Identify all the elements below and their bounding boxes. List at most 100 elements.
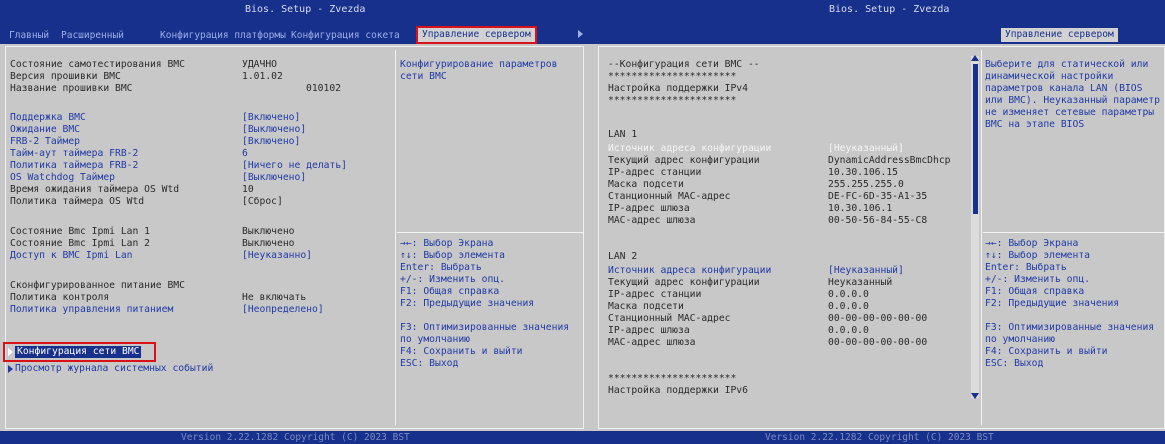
bmc-wait-value[interactable]: [Выключено] (242, 124, 306, 136)
help-divider (983, 232, 1165, 233)
bmc-selftest-label: Состояние самотестирования BMC (10, 59, 185, 70)
ipmi-lan1-state-value: Выключено (242, 226, 295, 237)
ipv6-heading: Настройка поддержки IPv6 (608, 385, 748, 396)
help-key-line: F3: Оптимизированные значения (985, 322, 1155, 333)
lan1-subnet-value: 255.255.255.0 (828, 179, 904, 190)
os-watchdog-option[interactable]: OS Watchdog Таймер (10, 172, 115, 184)
event-log-menu-item[interactable]: Просмотр журнала системных событий (15, 363, 213, 375)
bmc-fw-version-value: 1.01.02 (242, 71, 283, 82)
help-key-line: F1: Общая справка (400, 286, 500, 297)
left-footer: Version 2.22.1282 Copyright (C) 2023 BST (0, 431, 584, 444)
ipmi-lan2-state-value: Выключено (242, 238, 295, 249)
os-wtd-timeout-value: 10 (242, 184, 254, 195)
bmc-fw-name-label: Название прошивки BMC (10, 83, 133, 94)
help-key-line: ↑↓: Выбор элемента (400, 250, 505, 261)
frb2-timer-option[interactable]: FRB-2 Таймер (10, 136, 80, 148)
lan2-address-source-value[interactable]: [Неуказанный] (828, 265, 904, 277)
ipmi-lan2-state-label: Состояние Bmc Ipmi Lan 2 (10, 238, 150, 249)
frb2-timer-value[interactable]: [Включено] (242, 136, 300, 148)
lan1-address-source-option[interactable]: Источник адреса конфигурации (608, 143, 771, 155)
right-divider (981, 50, 982, 425)
power-policy-value[interactable]: [Неопределено] (242, 304, 324, 316)
help-key-line: F3: Оптимизированные значения (400, 322, 570, 333)
lan2-subnet-value: 0.0.0.0 (828, 301, 869, 312)
help-description-line: параметров канала LAN (BIOS (985, 83, 1143, 94)
ipv4-heading: Настройка поддержки IPv4 (608, 83, 748, 94)
lan1-station-mac-value: DE-FC-6D-35-A1-35 (828, 191, 928, 202)
scrollbar-thumb[interactable] (973, 64, 978, 214)
bmc-support-value[interactable]: [Включено] (242, 112, 300, 124)
ipmi-lan-access-value[interactable]: [Неуказанно] (242, 250, 312, 262)
lan1-heading: LAN 1 (608, 129, 638, 140)
help-description-line: BMC на этапе BIOS (985, 119, 1085, 130)
submenu-arrow-icon (8, 348, 13, 356)
lan2-gateway-ip-label: IP-адрес шлюза (608, 325, 690, 336)
help-key-line: F2: Предыдущие значения (400, 298, 535, 309)
separator-line: ********************** (608, 95, 737, 106)
tab-server-management[interactable]: Управление сервером (416, 26, 537, 44)
help-key-line: ESC: Выход (985, 358, 1044, 369)
help-key-line: +/-: Изменить опц. (985, 274, 1090, 285)
help-key-line: ESC: Выход (400, 358, 459, 369)
help-key-line: F4: Сохранить и выйти (985, 346, 1108, 357)
control-policy-label: Политика контроля (10, 292, 110, 303)
scroll-down-icon[interactable] (971, 393, 979, 399)
os-wtd-policy-label: Политика таймера OS Wtd (10, 196, 145, 207)
control-policy-value: Не включать (242, 292, 307, 303)
bmc-wait-option[interactable]: Ожидание BMC (10, 124, 80, 136)
lan2-station-mac-label: Станционный MAC-адрес (608, 313, 731, 324)
left-divider (395, 50, 396, 425)
help-description-line: сети BMC (400, 71, 447, 82)
ipmi-lan-access-option[interactable]: Доступ к BMC Ipmi Lan (10, 250, 132, 262)
lan1-station-mac-label: Станционный MAC-адрес (608, 191, 731, 202)
lan1-gateway-mac-value: 00-50-56-84-55-C8 (828, 215, 928, 226)
bmc-power-config-label: Сконфигурированное питание BMC (10, 280, 185, 291)
help-divider (397, 232, 584, 233)
help-description-line: динамической настройки (985, 71, 1114, 82)
help-key-line: по умолчанию (400, 334, 470, 345)
help-key-line: F4: Сохранить и выйти (400, 346, 523, 357)
os-wtd-timeout-label: Время ожидания таймера OS Wtd (10, 184, 180, 195)
frb2-policy-value[interactable]: [Ничего не делать] (242, 160, 347, 172)
bmc-support-option[interactable]: Поддержка BMC (10, 112, 86, 124)
lan2-gateway-mac-value: 00-00-00-00-00-00 (828, 337, 928, 348)
lan1-address-source-value[interactable]: [Неуказанный] (828, 143, 904, 155)
help-key-line: →←: Выбор Экрана (985, 238, 1079, 249)
tab-scroll-right-icon[interactable] (578, 30, 583, 38)
help-key-line: по умолчанию (985, 334, 1055, 345)
submenu-arrow-icon (8, 365, 13, 373)
lan2-address-source-option[interactable]: Источник адреса конфигурации (608, 265, 771, 277)
lan2-gateway-mac-label: MAC-адрес шлюза (608, 337, 696, 348)
lan1-gateway-ip-label: IP-адрес шлюза (608, 203, 690, 214)
tab-advanced[interactable]: Расширенный (61, 30, 124, 42)
ipmi-lan1-state-label: Состояние Bmc Ipmi Lan 1 (10, 226, 150, 237)
lan2-station-ip-value: 0.0.0.0 (828, 289, 869, 300)
tab-main[interactable]: Главный (9, 30, 49, 42)
separator-line: ********************** (608, 71, 737, 82)
tab-platform-config[interactable]: Конфигурация платформы (160, 30, 286, 42)
lan2-station-mac-value: 00-00-00-00-00-00 (828, 313, 928, 324)
os-wtd-policy-value: [Сброс] (242, 196, 283, 207)
bmc-selftest-value: УДАЧНО (242, 59, 277, 70)
help-description-line: Выберите для статической или (985, 59, 1149, 70)
help-description-line: не изменяет сетевые параметры (985, 107, 1155, 118)
tab-socket-config[interactable]: Конфигурация сокета (291, 30, 400, 42)
help-description-line: Конфигурирование параметров (400, 59, 558, 70)
frb2-timeout-option[interactable]: Тайм-аут таймера FRB-2 (10, 148, 138, 160)
lan1-gateway-ip-value: 10.30.106.1 (828, 203, 893, 214)
frb2-policy-option[interactable]: Политика таймера FRB-2 (10, 160, 138, 172)
power-policy-option[interactable]: Политика управления питанием (10, 304, 173, 316)
bios-screenshot: Bios. Setup - Zvezda Главный Расширенный… (0, 0, 1165, 444)
os-watchdog-value[interactable]: [Выключено] (242, 172, 306, 184)
lan2-subnet-label: Маска подсети (608, 301, 684, 312)
help-key-line: F2: Предыдущие значения (985, 298, 1120, 309)
tab-server-management-right[interactable]: Управление сервером (1001, 28, 1118, 42)
bmc-network-config-menu-item[interactable]: Конфигурация сети BMC (15, 346, 142, 358)
help-key-line: ↑↓: Выбор элемента (985, 250, 1090, 261)
lan1-gateway-mac-label: MAC-адрес шлюза (608, 215, 696, 226)
lan2-heading: LAN 2 (608, 251, 638, 262)
frb2-timeout-value[interactable]: 6 (242, 148, 248, 160)
help-key-line: Enter: Выбрать (400, 262, 482, 273)
scroll-up-icon[interactable] (971, 55, 979, 61)
lan2-current-address-label: Текущий адрес конфигурации (608, 277, 760, 288)
